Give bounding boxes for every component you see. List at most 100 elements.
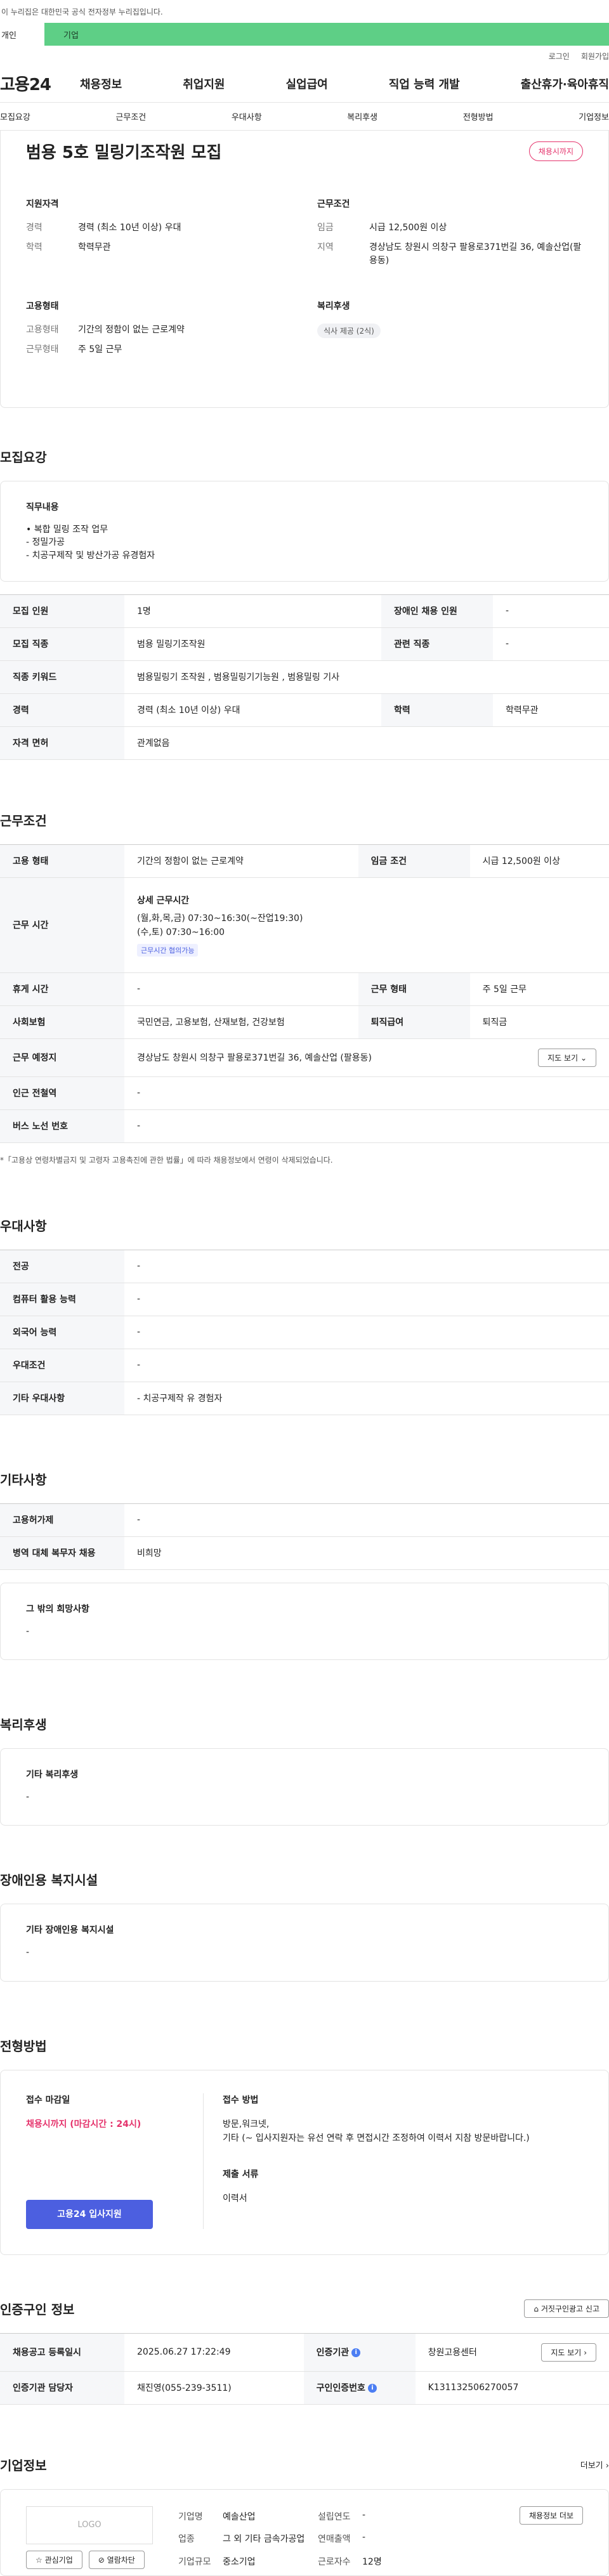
table-header: 구인인증번호 i xyxy=(303,2371,416,2405)
table-cell: 1명 xyxy=(124,594,381,628)
table-header: 인근 전철역 xyxy=(0,1076,124,1110)
section-nav-recruit[interactable]: 모집요강 xyxy=(0,110,30,122)
apply-deadline-block: 접수 마감일 채용시까지 (마감시간 : 24시) 고용24 입사지원 xyxy=(26,2093,204,2229)
table-cell: 비희망 xyxy=(124,1536,609,1570)
table-header: 학력 xyxy=(381,693,493,727)
duty-line: • 복합 밀링 조작 업무 xyxy=(26,525,108,535)
gnb-item-support[interactable]: 취업지원 xyxy=(183,75,225,92)
welfare-box-value: - xyxy=(26,1792,30,1803)
table-cell: - xyxy=(124,1250,609,1283)
summary-qualification: 지원자격 경력 경력 (최소 10년 이상) 우대 학력 학력무관 xyxy=(26,197,292,274)
section-nav-welfare[interactable]: 복리후생 xyxy=(347,110,377,122)
recruit-table: 모집 인원 1명 장애인 채용 인원 - 모집 직종 범용 밀링기조작원 관련 … xyxy=(0,594,609,760)
table-header: 직종 키워드 xyxy=(0,660,124,694)
summary-value: 경력 (최소 10년 이상) 우대 xyxy=(78,223,181,233)
section-nav-company[interactable]: 기업정보 xyxy=(579,110,609,122)
cert-header: 인증구인 정보 ⌂ 거짓구인광고 신고 xyxy=(0,2299,609,2318)
table-cell: 채진영(055-239-3511) xyxy=(124,2371,304,2405)
apply-card: 접수 마감일 채용시까지 (마감시간 : 24시) 고용24 입사지원 접수 방… xyxy=(0,2069,609,2255)
apply-method-block: 접수 방법 방문,워크넷, 기타 (~ 입사지원자는 유선 연락 후 면접시간 … xyxy=(204,2093,583,2229)
table-cell: 경력 (최소 10년 이상) 우대 xyxy=(124,693,381,727)
info-icon[interactable]: i xyxy=(367,2384,377,2393)
table-cell: - xyxy=(124,1076,609,1110)
signup-link[interactable]: 회원가입 xyxy=(581,51,609,65)
table-cell: - 치공구제작 유 경험자 xyxy=(124,1382,609,1415)
tab-individual[interactable]: 개인 xyxy=(0,23,44,46)
table-header: 컴퓨터 활용 능력 xyxy=(0,1283,124,1316)
favorite-company-button[interactable]: ☆ 관심기업 xyxy=(26,2550,82,2569)
map-view-button[interactable]: 지도 보기 ⌄ xyxy=(538,1048,596,1067)
company-field-value: 그 외 기타 금속가공업 xyxy=(223,2534,305,2545)
tab-company[interactable]: 기업 xyxy=(44,23,609,46)
apply-button[interactable]: 고용24 입사지원 xyxy=(26,2199,153,2229)
summary-label: 고용형태 xyxy=(26,325,59,335)
job-summary-card: 범용 5호 밀링기조작원 모집 채용시까지 지원자격 경력 경력 (최소 10년 … xyxy=(0,131,609,408)
gnb-item-training[interactable]: 직업 능력 개발 xyxy=(389,75,460,92)
company-card: LOGO ☆ 관심기업 ⊘ 열람차단 기업명 예솔산업 설립연도 - 업종 그 … xyxy=(0,2488,609,2576)
table-header: 버스 노선 번호 xyxy=(0,1109,124,1143)
table-header: 우대조건 xyxy=(0,1349,124,1382)
table-row: 근무 예정지 경상남도 창원시 의창구 팔용로371번길 36, 예솔산업 (팔… xyxy=(0,1038,609,1077)
gnb-item-benefit[interactable]: 실업급여 xyxy=(286,75,328,92)
summary-label: 학력 xyxy=(26,242,43,252)
section-nav-work[interactable]: 근무조건 xyxy=(115,110,146,122)
gnb-item-jobs[interactable]: 채용정보 xyxy=(80,75,122,92)
table-row: 경력 경력 (최소 10년 이상) 우대 학력 학력무관 xyxy=(0,693,609,727)
disabled-box-value: - xyxy=(26,1947,30,1958)
table-cell: 기간의 정함이 없는 근로계약 xyxy=(124,844,358,878)
chevron-down-icon: ⌄ xyxy=(580,1053,587,1062)
cert-map-view-button[interactable]: 지도 보기 › xyxy=(541,2343,596,2362)
table-cell: - xyxy=(124,1349,609,1382)
chevron-right-icon: › xyxy=(605,2461,609,2471)
section-title-disabled: 장애인용 복지시설 xyxy=(0,1873,98,1888)
company-field-value: 중소기업 xyxy=(223,2557,256,2568)
table-header: 관련 직종 xyxy=(381,627,493,661)
company-field-label: 기업규모 xyxy=(178,2557,211,2568)
table-cell: 시급 12,500원 이상 xyxy=(469,844,609,878)
report-fake-ad-button[interactable]: ⌂ 거짓구인광고 신고 xyxy=(524,2299,609,2318)
table-row: 컴퓨터 활용 능력 - xyxy=(0,1283,609,1316)
login-link[interactable]: 로그인 xyxy=(549,51,570,65)
table-row: 사회보험 국민연금, 고용보험, 산재보험, 건강보험 퇴직급여 퇴직금 xyxy=(0,1005,609,1039)
section-nav-apply[interactable]: 전형방법 xyxy=(463,110,494,122)
table-cell: - xyxy=(124,1316,609,1349)
deadline-value: 채용시까지 (마감시간 : 24시) xyxy=(26,2119,141,2129)
work-table: 고용 형태 기간의 정함이 없는 근로계약 임금 조건 시급 12,500원 이… xyxy=(0,844,609,1143)
summary-welfare: 복리후생 식사 제공 (2식) xyxy=(317,299,583,363)
table-row: 자격 면허 관계없음 xyxy=(0,726,609,760)
deadline-title: 접수 마감일 xyxy=(26,2095,70,2105)
gov-banner: 이 누리집은 대한민국 공식 전자정부 누리집입니다. xyxy=(0,0,609,23)
report-fake-ad-label: 거짓구인광고 신고 xyxy=(540,2304,599,2313)
table-row: 모집 인원 1명 장애인 채용 인원 - xyxy=(0,594,609,628)
chevron-right-icon: › xyxy=(584,2348,587,2357)
section-title-pref: 우대사항 xyxy=(0,1218,47,1234)
favorite-company-label: 관심기업 xyxy=(44,2555,73,2565)
table-header: 장애인 채용 인원 xyxy=(381,594,493,628)
block-view-button[interactable]: ⊘ 열람차단 xyxy=(88,2550,145,2569)
site-logo[interactable]: 고용24 xyxy=(0,72,76,95)
table-header: 퇴직급여 xyxy=(358,1005,470,1039)
gnb-item-leave[interactable]: 출산휴가·육아휴직 xyxy=(521,75,609,92)
table-cell: 관계없음 xyxy=(124,726,609,760)
summary-welfare-title: 복리후생 xyxy=(317,301,350,311)
summary-value: 경상남도 창원시 의창구 팔용로371번길 36, 예솔산업(팔용동) xyxy=(369,242,582,266)
etc-table: 고용허가제 - 병역 대체 복무자 채용 비희망 xyxy=(0,1503,609,1570)
table-header: 자격 면허 xyxy=(0,726,124,760)
table-cell: 퇴직금 xyxy=(469,1005,609,1039)
table-cell: 범용밀링기 조작원 , 범용밀링기기능원 , 범용밀링 기사 xyxy=(124,660,609,694)
table-header: 기타 우대사항 xyxy=(0,1382,124,1415)
table-header: 모집 인원 xyxy=(0,594,124,628)
info-icon[interactable]: i xyxy=(351,2348,361,2358)
company-jobs-button[interactable]: 채용정보 더보 xyxy=(519,2506,583,2525)
work-place-value: 경상남도 창원시 의창구 팔용로371번길 36, 예솔산업 (팔용동) xyxy=(137,1053,372,1064)
company-logo: LOGO xyxy=(26,2506,153,2544)
table-row: 인증기관 담당자 채진영(055-239-3511) 구인인증번호 i K1311… xyxy=(0,2371,609,2405)
block-view-label: 열람차단 xyxy=(107,2555,135,2565)
table-header: 채용공고 등록일시 xyxy=(0,2333,124,2372)
table-header: 외국어 능력 xyxy=(0,1316,124,1349)
map-view-label: 지도 보기 xyxy=(547,1053,579,1062)
section-nav-pref[interactable]: 우대사항 xyxy=(232,110,262,122)
company-more-link[interactable]: 더보기 › xyxy=(580,2459,609,2471)
company-fields: 기업명 예솔산업 설립연도 - 업종 그 외 기타 금속가공업 연매출액 - 기… xyxy=(178,2506,501,2569)
table-row: 채용공고 등록일시 2025.06.27 17:22:49 인증기관 i 창원고용… xyxy=(0,2333,609,2372)
